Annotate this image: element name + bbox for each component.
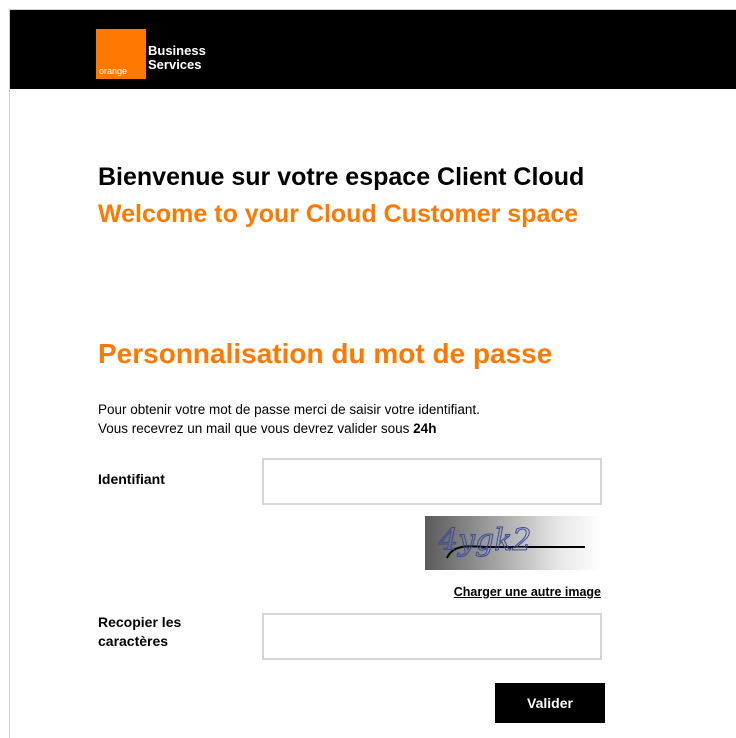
brand-name: Business Services <box>148 44 206 72</box>
reload-captcha-link[interactable]: Charger une autre image <box>454 585 601 599</box>
recopier-label: Recopier les caractères <box>98 613 181 651</box>
identifiant-label: Identifiant <box>98 471 165 487</box>
welcome-title-en: Welcome to your Cloud Customer space <box>98 200 579 228</box>
submit-button[interactable]: Valider <box>495 683 605 723</box>
intro-text: Pour obtenir votre mot de passe merci de… <box>98 400 480 438</box>
section-title: Personnalisation du mot de passe <box>98 338 553 369</box>
brand-line-1: Business <box>148 43 206 58</box>
header-bar: orange Business Services <box>10 10 736 89</box>
recopier-label-line-2: caractères <box>98 633 169 649</box>
identifiant-input[interactable] <box>262 458 602 505</box>
captcha-text: 4ygk2 <box>438 523 532 558</box>
logo-text: orange <box>99 66 128 76</box>
orange-logo[interactable]: orange <box>96 29 146 79</box>
recopier-label-line-1: Recopier les <box>98 614 182 630</box>
captcha-answer-input[interactable] <box>262 613 602 660</box>
brand-line-2: Services <box>148 57 202 72</box>
intro-line-2-text: Vous recevrez un mail que vous devrez va… <box>98 421 414 436</box>
page-frame: orange Business Services Bienvenue sur v… <box>9 9 736 738</box>
captcha-image: 4ygk2 <box>425 516 602 570</box>
intro-line-1: Pour obtenir votre mot de passe merci de… <box>98 402 480 417</box>
intro-line-2: Vous recevrez un mail que vous devrez va… <box>98 419 480 438</box>
welcome-title-fr: Bienvenue sur votre espace Client Cloud <box>98 163 585 191</box>
captcha-svg: 4ygk2 <box>438 523 585 559</box>
intro-deadline: 24h <box>413 421 437 436</box>
